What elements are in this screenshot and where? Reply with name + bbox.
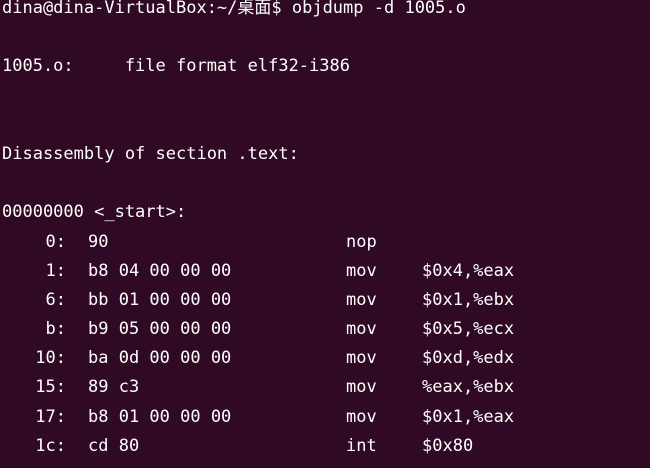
instruction-bytes: b8 04 00 00 00 [88, 260, 232, 281]
instruction-row: 17: b8 01 00 00 00 mov $0x1,%eax [2, 403, 650, 432]
instruction-mnemonic: mov [346, 260, 377, 281]
instruction-offset: 17: [35, 406, 66, 427]
symbol-label-line: 00000000 <_start>: [2, 202, 187, 223]
instruction-row: 15: 89 c3 mov %eax,%ebx [2, 373, 650, 402]
instruction-mnemonic: mov [346, 406, 377, 427]
instruction-offset: b: [45, 319, 66, 340]
instruction-row: b: b9 05 00 00 00 mov $0x5,%ecx [2, 315, 650, 344]
instruction-operands: $0x1,%eax [422, 406, 515, 427]
instruction-mnemonic: mov [346, 348, 377, 369]
file-format-line: 1005.o: file format elf32-i386 [2, 56, 350, 77]
instruction-mnemonic: mov [346, 377, 377, 398]
instruction-operands: %eax,%ebx [422, 377, 515, 398]
instruction-bytes: bb 01 00 00 00 [88, 289, 232, 310]
instruction-offset: 1: [45, 260, 66, 281]
instruction-operands: $0x5,%ecx [422, 319, 515, 340]
instruction-offset: 1c: [35, 435, 66, 456]
section-header-line: Disassembly of section .text: [2, 143, 299, 164]
instruction-mnemonic: mov [346, 319, 377, 340]
instruction-bytes: 90 [88, 231, 109, 252]
instruction-bytes: b8 01 00 00 00 [88, 406, 232, 427]
instruction-operands: $0x4,%eax [422, 260, 515, 281]
instruction-offset: 0: [45, 231, 66, 252]
instruction-bytes: ba 0d 00 00 00 [88, 348, 232, 369]
instruction-mnemonic: mov [346, 289, 377, 310]
instruction-row: 6: bb 01 00 00 00 mov $0x1,%ebx [2, 286, 650, 315]
instruction-operands: $0x80 [422, 435, 474, 456]
instruction-bytes: 89 c3 [88, 377, 140, 398]
instruction-row: 10: ba 0d 00 00 00 mov $0xd,%edx [2, 344, 650, 373]
instruction-operands: $0xd,%edx [422, 348, 515, 369]
instruction-mnemonic: int [346, 435, 377, 456]
instruction-bytes: b9 05 00 00 00 [88, 319, 232, 340]
command-prompt-line: dina@dina-VirtualBox:~/桌面$ objdump -d 10… [2, 0, 466, 18]
instruction-offset: 6: [45, 289, 66, 310]
instruction-bytes: cd 80 [88, 435, 140, 456]
instruction-row: 1c: cd 80 int $0x80 [2, 432, 650, 461]
instruction-row: 0: 90 nop [2, 228, 650, 257]
terminal-window[interactable]: dina@dina-VirtualBox:~/桌面$ objdump -d 10… [0, 0, 650, 462]
instruction-operands: $0x1,%ebx [422, 289, 515, 310]
instruction-row: 1: b8 04 00 00 00 mov $0x4,%eax [2, 257, 650, 286]
instruction-offset: 10: [35, 348, 66, 369]
instruction-mnemonic: nop [346, 231, 377, 252]
instruction-offset: 15: [35, 377, 66, 398]
